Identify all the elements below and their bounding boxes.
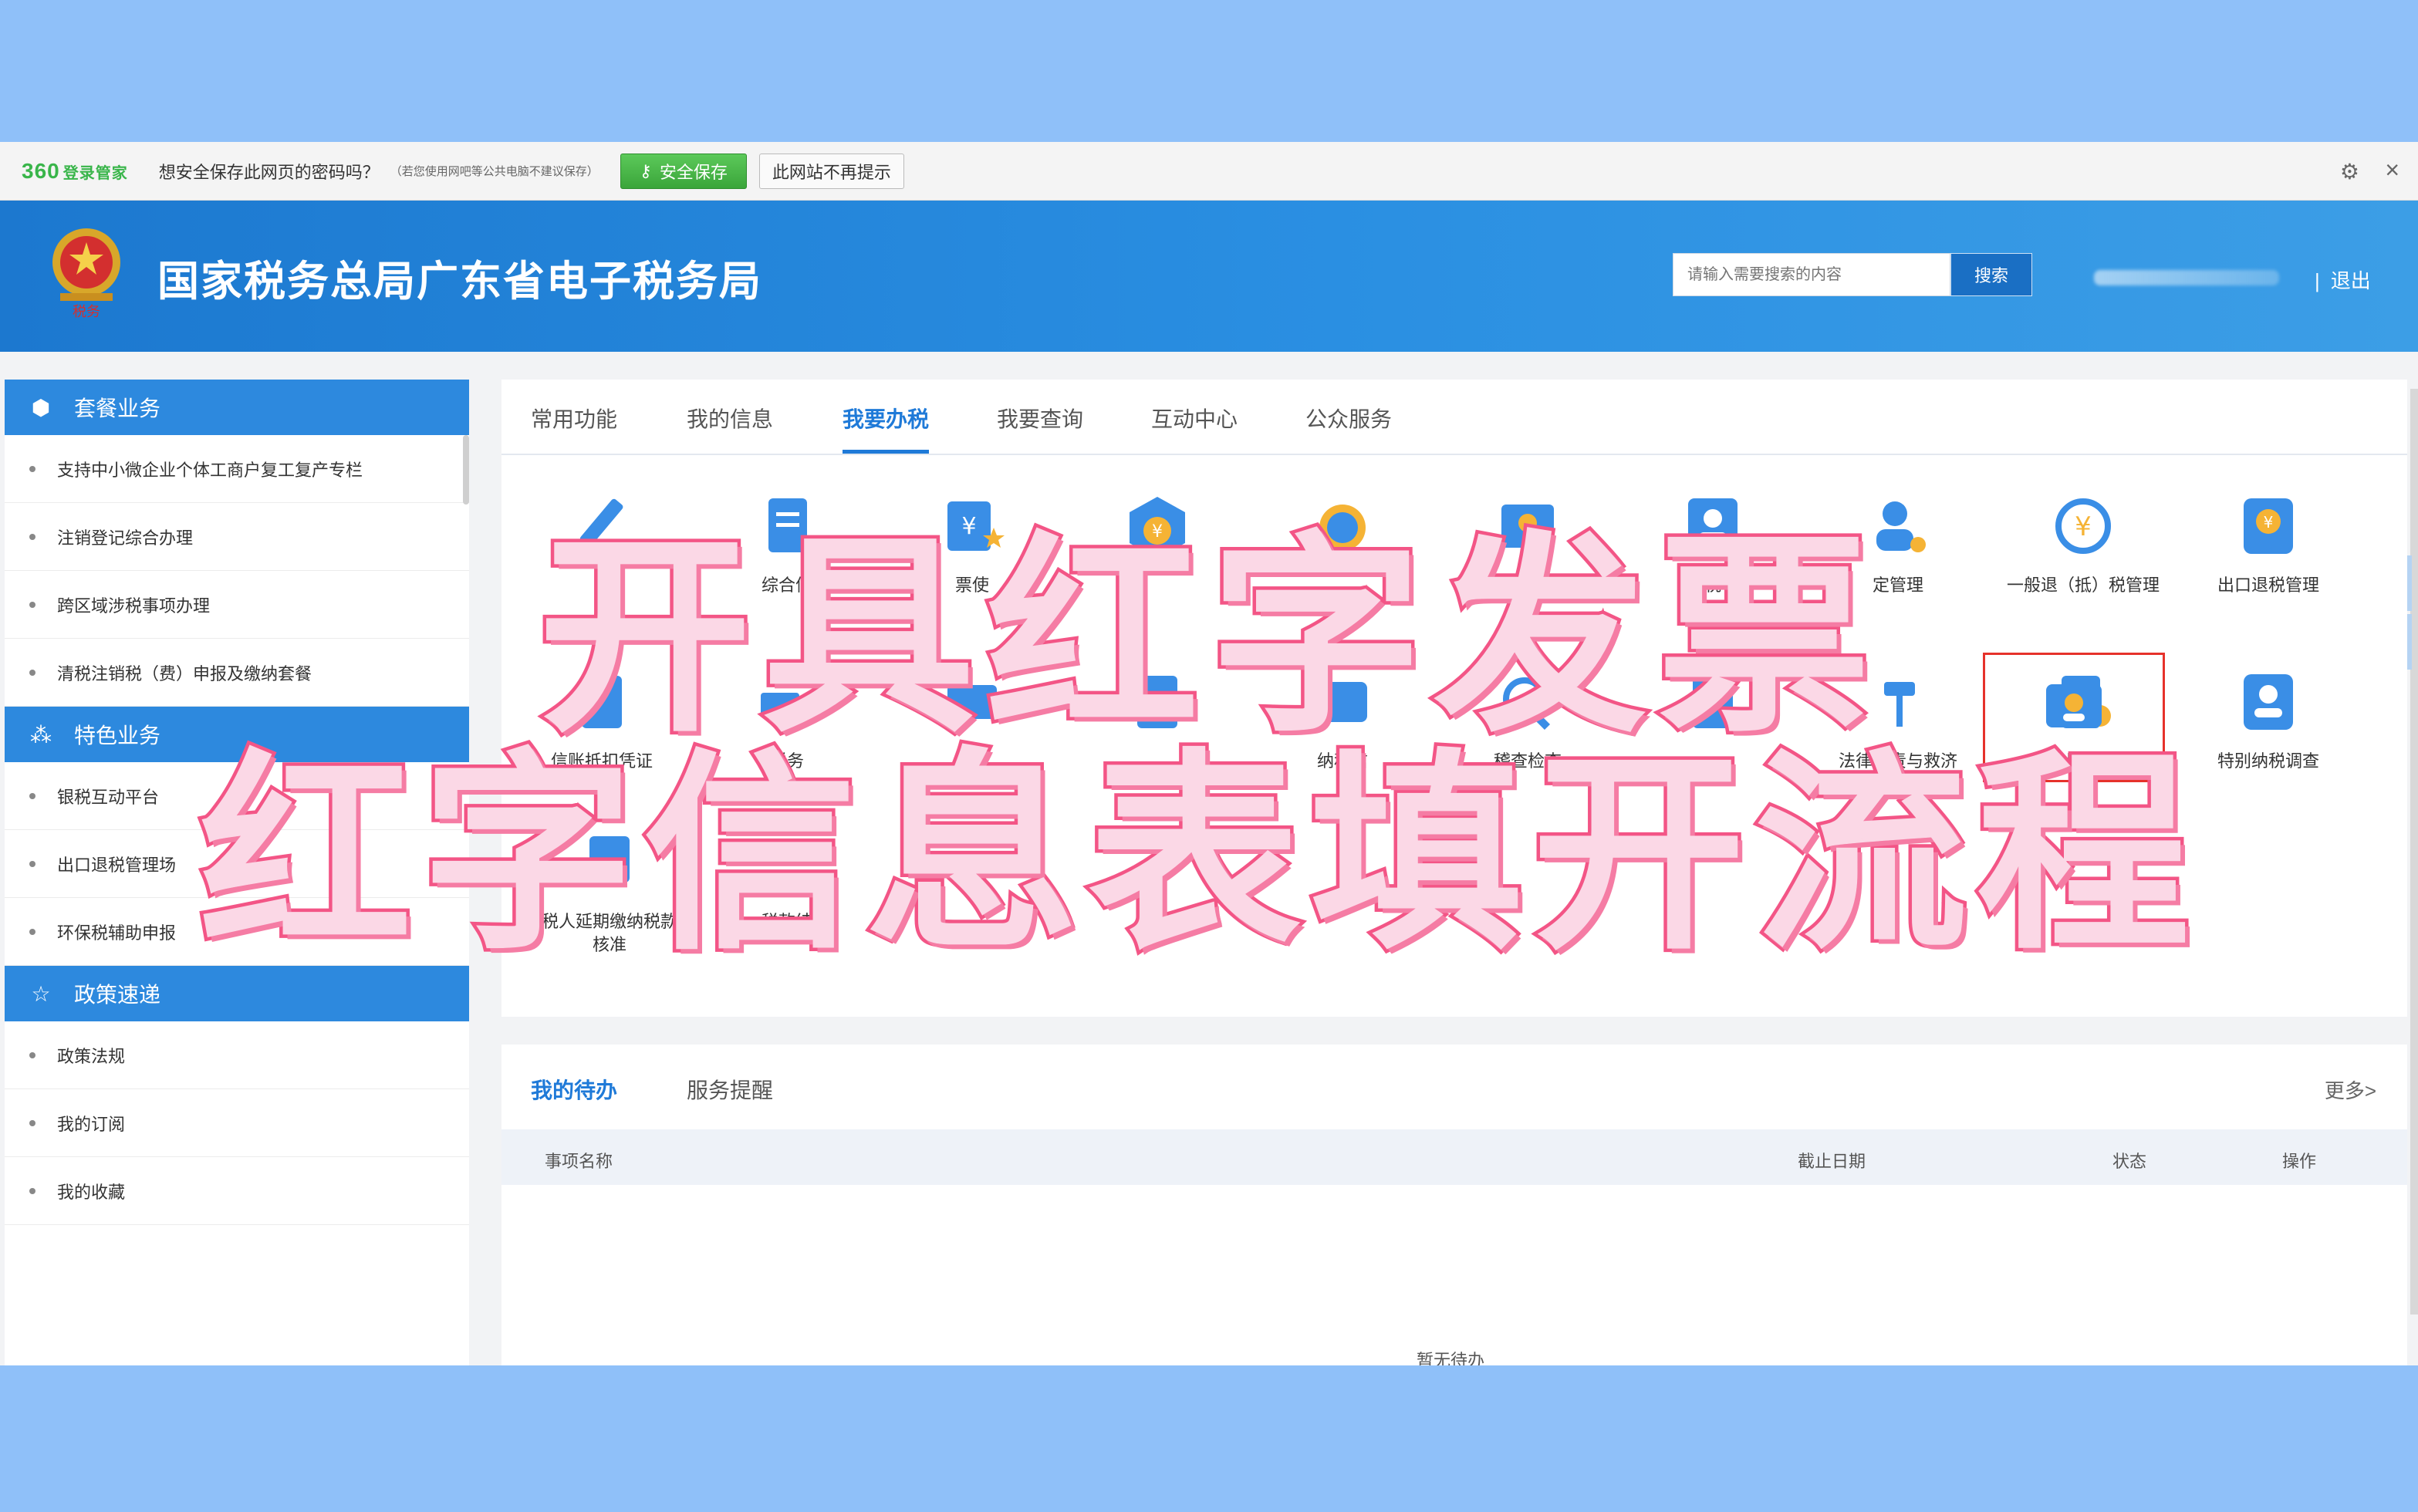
site-title: 国家税务总局广东省电子税务局	[157, 258, 762, 305]
password-prompt: 想安全保存此网页的密码吗？	[158, 162, 380, 182]
svg-text:税务: 税务	[73, 304, 100, 320]
svg-text:¥: ¥	[2264, 513, 2274, 532]
password-note: （若您使用网吧等公共电脑不建议保存）	[390, 165, 599, 178]
user-name-blurred	[2094, 270, 2279, 285]
export-refund-icon: ¥	[2244, 498, 2293, 554]
sidebar-item[interactable]: 政策法规	[5, 1021, 469, 1089]
site-header: 税务 国家税务总局广东省电子税务局 搜索 |退出	[0, 201, 2418, 352]
sidebar-item[interactable]: 注销登记综合办理	[5, 503, 469, 571]
tab-public-service[interactable]: 公众服务	[1305, 403, 1392, 454]
tab-service-reminder[interactable]: 服务提醒	[687, 1074, 773, 1105]
function-item[interactable]: 特别纳税调查	[2183, 665, 2353, 773]
vertical-scrollbar[interactable]	[2410, 389, 2418, 1315]
column-header: 截止日期	[1798, 1152, 1866, 1171]
todo-table-header: 事项名称 截止日期 状态 操作	[501, 1129, 2407, 1185]
sidebar-item[interactable]: 我的订阅	[5, 1089, 469, 1157]
no-more-prompt-button[interactable]: 此网站不再提示	[758, 153, 904, 189]
todo-panel: 我的待办 服务提醒 更多> 事项名称 截止日期 状态 操作 暂无待办	[501, 1045, 2407, 1384]
key-icon: ⚷	[639, 160, 652, 181]
investigator-icon	[2244, 674, 2293, 730]
column-header: 状态	[2112, 1152, 2147, 1171]
column-header: 操作	[2282, 1152, 2317, 1171]
main-tabs: 常用功能 我的信息 我要办税 我要查询 互动中心 公众服务	[501, 380, 2407, 455]
refund-icon: ¥	[2055, 498, 2111, 554]
tab-interaction[interactable]: 互动中心	[1151, 403, 1238, 454]
close-icon[interactable]: ×	[2385, 156, 2399, 184]
bottom-band	[0, 1365, 2418, 1512]
sidebar-item[interactable]: 跨区域涉税事项办理	[5, 571, 469, 639]
function-item[interactable]: ¥ 出口退税管理	[2183, 489, 2353, 597]
search-input[interactable]	[1673, 253, 1950, 296]
sidebar-section-policy[interactable]: ☆ 政策速递	[5, 966, 469, 1021]
360-logo: 360 登录管家	[22, 158, 128, 183]
function-item[interactable]: ¥ 一般退（抵）税管理	[1998, 489, 2168, 597]
mail-user-icon	[2046, 684, 2102, 727]
password-save-bar: 360 登录管家 想安全保存此网页的密码吗？ （若您使用网吧等公共电脑不建议保存）…	[0, 142, 2418, 201]
tab-tax-handling[interactable]: 我要办税	[843, 403, 930, 454]
svg-text:¥: ¥	[2075, 511, 2092, 542]
column-header: 事项名称	[545, 1152, 613, 1171]
overlay-title-line1: 开具红字发票	[535, 518, 1881, 756]
tab-common[interactable]: 常用功能	[531, 403, 617, 454]
sidebar-section-package[interactable]: ⬢ 套餐业务	[5, 380, 469, 435]
safe-save-button[interactable]: ⚷ 安全保存	[620, 153, 747, 189]
grid-icon: ⁂	[30, 722, 52, 747]
package-icon: ⬢	[31, 395, 51, 420]
search-button[interactable]: 搜索	[1950, 253, 2032, 296]
national-emblem-icon: 税务	[52, 228, 120, 320]
sidebar-item[interactable]: 我的收藏	[5, 1157, 469, 1225]
tab-my-todo[interactable]: 我的待办	[531, 1074, 617, 1105]
tab-query[interactable]: 我要查询	[997, 403, 1083, 454]
star-icon: ☆	[31, 981, 51, 1006]
more-link[interactable]: 更多>	[2325, 1075, 2376, 1104]
tab-my-info[interactable]: 我的信息	[687, 403, 773, 454]
sidebar-scrollbar[interactable]	[463, 435, 469, 505]
gear-icon[interactable]: ⚙	[2340, 159, 2359, 184]
logout-link[interactable]: | 退出	[2315, 265, 2371, 294]
overlay-title-line2: 红字信息表填开流程	[196, 736, 2199, 974]
sidebar-item[interactable]: 清税注销税（费）申报及缴纳套餐	[5, 639, 469, 707]
sidebar-item[interactable]: 支持中小微企业个体工商户复工复产专栏	[5, 435, 469, 503]
